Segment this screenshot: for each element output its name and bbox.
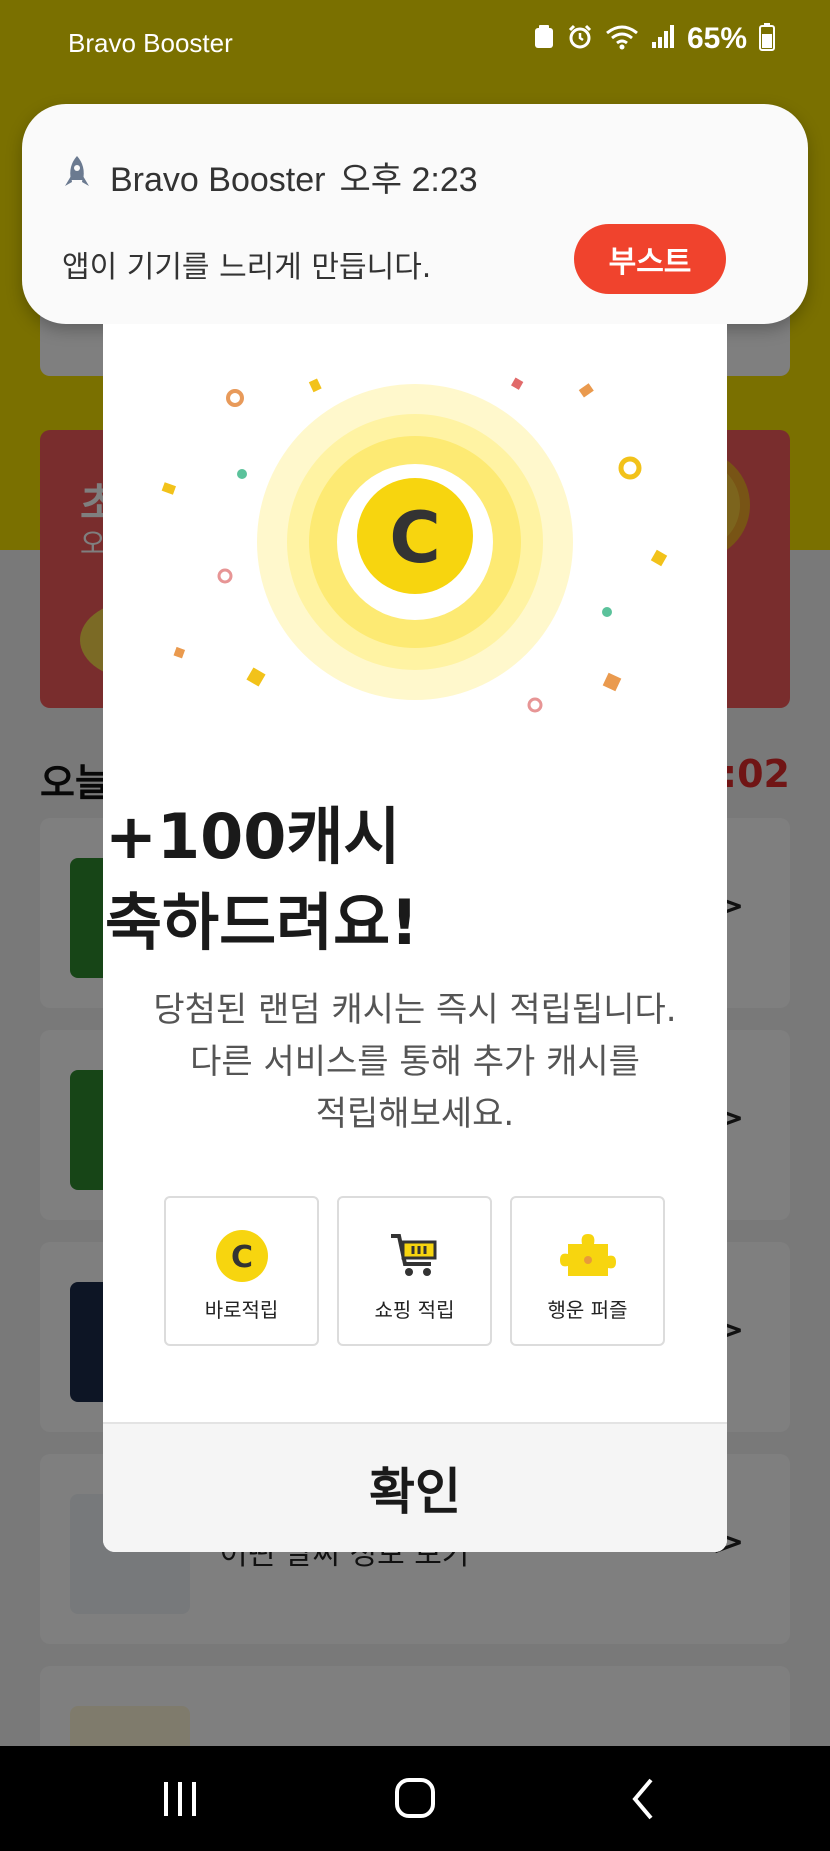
navigation-bar — [0, 1746, 830, 1851]
heads-up-notification[interactable]: Bravo Booster 오후 2:23 앱이 기기를 느리게 만듭니다. 부스… — [22, 104, 808, 324]
coin-icon: C — [389, 497, 440, 579]
coin-burst-illustration: C — [161, 377, 668, 713]
trash-icon — [533, 24, 555, 54]
confirm-button[interactable]: 확인 — [103, 1422, 727, 1552]
svg-text:C: C — [230, 1240, 252, 1275]
congrats-text: 축하드려요! — [105, 886, 419, 959]
home-icon[interactable] — [385, 1774, 445, 1824]
notification-header: Bravo Booster 오후 2:23 — [110, 152, 478, 201]
coin-icon: C — [215, 1230, 268, 1282]
message-line: 적립해보세요. — [315, 1094, 515, 1134]
instant-earn-button[interactable]: C 바로적립 — [164, 1196, 319, 1346]
boost-button[interactable]: 부스트 — [574, 224, 726, 294]
lucky-puzzle-button[interactable]: 행운 퍼즐 — [510, 1196, 665, 1346]
reward-amount: +100캐시 — [105, 800, 401, 873]
shopping-earn-button[interactable]: 쇼핑 적립 — [337, 1196, 492, 1346]
notification-message: 앱이 기기를 느리게 만듭니다. — [62, 250, 432, 285]
status-bar: Bravo Booster 65% — [0, 0, 830, 86]
rocket-icon — [62, 154, 92, 190]
signal-icon — [651, 24, 675, 54]
message-line: 당첨된 랜덤 캐시는 즉시 적립됩니다. — [153, 990, 677, 1030]
notification-app-name: Bravo Booster — [110, 161, 326, 199]
cart-icon — [390, 1234, 436, 1276]
action-label: 쇼핑 적립 — [374, 1298, 455, 1322]
reward-headline: +100캐시 축하드려요! — [105, 794, 418, 966]
puzzle-icon — [559, 1234, 616, 1276]
reward-dialog: C +100캐시 축하드려요! 당첨된 랜덤 캐시는 즉시 적립됩니다. 다른 … — [103, 324, 727, 1552]
alarm-icon — [567, 24, 593, 54]
back-icon[interactable] — [615, 1774, 675, 1824]
battery-icon — [759, 23, 775, 55]
action-label: 행운 퍼즐 — [547, 1298, 628, 1322]
status-app-title: Bravo Booster — [68, 28, 233, 58]
service-actions: C 바로적립 쇼핑 적립 행운 퍼즐 — [164, 1196, 665, 1346]
status-icons: 65% — [533, 22, 775, 56]
battery-percentage: 65% — [686, 22, 747, 55]
reward-message: 당첨된 랜덤 캐시는 즉시 적립됩니다. 다른 서비스를 통해 추가 캐시를 적… — [103, 984, 727, 1140]
notification-time: 오후 2:23 — [339, 161, 478, 199]
message-line: 다른 서비스를 통해 추가 캐시를 — [190, 1042, 640, 1082]
wifi-icon — [605, 24, 639, 54]
action-label: 바로적립 — [204, 1298, 279, 1322]
recent-apps-icon[interactable] — [150, 1774, 210, 1824]
